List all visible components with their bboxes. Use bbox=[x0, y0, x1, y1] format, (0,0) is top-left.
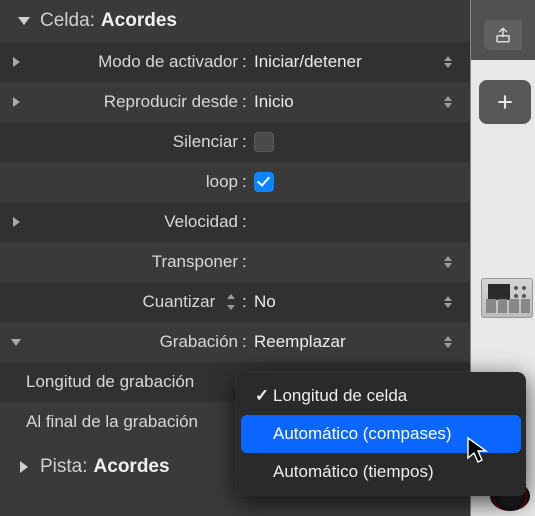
row-quantize[interactable]: Cuantizar : No bbox=[0, 282, 470, 322]
value-quantize: No bbox=[254, 292, 276, 312]
row-trigger-mode[interactable]: Modo de activador: Iniciar/detener bbox=[0, 42, 470, 82]
row-loop: loop: bbox=[0, 162, 470, 202]
header-label: Celda: bbox=[40, 10, 95, 32]
popup-item-label: Automático (tiempos) bbox=[273, 462, 434, 482]
value-record: Reemplazar bbox=[254, 332, 346, 352]
chevron-down-icon bbox=[18, 17, 30, 25]
header-value: Acordes bbox=[101, 10, 177, 32]
row-velocity[interactable]: Velocidad: bbox=[0, 202, 470, 242]
rec-length-popup: ✓ Longitud de celda Automático (compases… bbox=[236, 372, 526, 496]
disclosure-arrow-icon[interactable] bbox=[6, 212, 26, 232]
label-trigger-mode: Modo de activador bbox=[26, 52, 242, 72]
label-transpose: Transponer bbox=[26, 252, 242, 272]
label-mute: Silenciar bbox=[26, 132, 242, 152]
disclosure-arrow-icon[interactable] bbox=[6, 92, 26, 112]
label-quantize: Cuantizar bbox=[26, 292, 242, 313]
disclosure-arrow-icon[interactable] bbox=[6, 52, 26, 72]
share-icon bbox=[494, 26, 512, 44]
track-label: Pista: bbox=[40, 456, 88, 478]
sampler-thumbnail[interactable] bbox=[481, 278, 533, 318]
label-play-from: Reproducir desde bbox=[26, 92, 242, 112]
label-velocity: Velocidad bbox=[26, 212, 242, 232]
row-record[interactable]: Grabación: Reemplazar bbox=[0, 322, 470, 362]
row-transpose[interactable]: Transponer: bbox=[0, 242, 470, 282]
popup-item-cell-length[interactable]: ✓ Longitud de celda bbox=[241, 377, 521, 415]
label-rec-end: Al final de la grabación bbox=[26, 412, 202, 432]
share-button[interactable] bbox=[484, 20, 522, 50]
checkbox-loop[interactable] bbox=[254, 172, 274, 192]
label-record: Grabación bbox=[26, 332, 242, 352]
stepper-icon[interactable] bbox=[440, 322, 456, 362]
plus-icon bbox=[495, 92, 515, 112]
row-mute: Silenciar: bbox=[0, 122, 470, 162]
stepper-icon[interactable] bbox=[440, 242, 456, 282]
row-play-from[interactable]: Reproducir desde: Inicio bbox=[0, 82, 470, 122]
label-rec-length: Longitud de grabación bbox=[26, 372, 198, 392]
label-loop: loop bbox=[26, 172, 242, 192]
popup-item-auto-beats[interactable]: Automático (tiempos) bbox=[241, 453, 521, 491]
add-button[interactable] bbox=[479, 80, 531, 124]
checkbox-mute[interactable] bbox=[254, 132, 274, 152]
popup-item-label: Longitud de celda bbox=[273, 386, 407, 406]
check-icon: ✓ bbox=[251, 386, 273, 406]
track-value: Acordes bbox=[94, 456, 170, 478]
quantize-label-stepper-icon[interactable] bbox=[224, 292, 238, 312]
value-trigger-mode: Iniciar/detener bbox=[254, 52, 362, 72]
popup-item-label: Automático (compases) bbox=[273, 424, 452, 444]
disclosure-arrow-icon[interactable] bbox=[14, 457, 34, 477]
stepper-icon[interactable] bbox=[440, 82, 456, 122]
disclosure-arrow-icon[interactable] bbox=[6, 332, 26, 352]
stepper-icon[interactable] bbox=[440, 42, 456, 82]
section-header-cell[interactable]: Celda: Acordes bbox=[0, 0, 470, 42]
popup-item-auto-bars[interactable]: Automático (compases) bbox=[241, 415, 521, 453]
value-play-from: Inicio bbox=[254, 92, 294, 112]
stepper-icon[interactable] bbox=[440, 282, 456, 322]
